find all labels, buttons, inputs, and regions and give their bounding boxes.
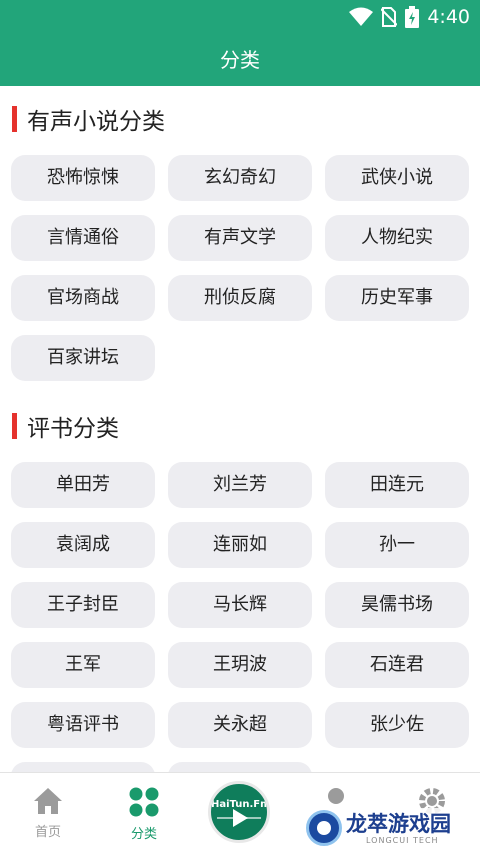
category-chip[interactable]: 王军: [11, 642, 155, 688]
watermark-text: 龙萃游戏园: [346, 812, 451, 836]
category-chip[interactable]: 马长辉: [168, 582, 312, 628]
category-chip-partial[interactable]: [11, 762, 155, 772]
watermark: 龙萃游戏园 LONGCUI TECH: [306, 808, 476, 850]
category-chip[interactable]: 单田芳: [11, 462, 155, 508]
category-grid-icon: [129, 787, 159, 817]
nav-category[interactable]: 分类: [104, 787, 184, 842]
category-chip[interactable]: 玄幻奇幻: [168, 155, 312, 201]
category-chip[interactable]: 官场商战: [11, 275, 155, 321]
battery-charging-icon: [405, 6, 420, 28]
category-chip[interactable]: 孙一: [325, 522, 469, 568]
category-chip[interactable]: 武侠小说: [325, 155, 469, 201]
category-chip[interactable]: 张少佐: [325, 702, 469, 748]
page-title: 分类: [220, 48, 260, 72]
wifi-icon: [349, 7, 374, 26]
section-accent-bar: [12, 413, 17, 439]
category-chip[interactable]: 人物纪实: [325, 215, 469, 261]
no-sim-icon: [381, 7, 398, 27]
category-chip[interactable]: 粤语评书: [11, 702, 155, 748]
status-time: 4:40: [427, 6, 470, 28]
category-chip[interactable]: 王子封臣: [11, 582, 155, 628]
app-bar: 分类: [0, 34, 480, 86]
category-chip[interactable]: 百家讲坛: [11, 335, 155, 381]
section-header-audio-novel: 有声小说分类: [12, 102, 165, 136]
category-chip[interactable]: 恐怖惊悚: [11, 155, 155, 201]
category-chip[interactable]: 关永超: [168, 702, 312, 748]
status-bar: 4:40: [0, 0, 480, 34]
category-chip[interactable]: 有声文学: [168, 215, 312, 261]
category-chip[interactable]: 历史军事: [325, 275, 469, 321]
category-content[interactable]: 有声小说分类 恐怖惊悚 玄幻奇幻 武侠小说 言情通俗 有声文学 人物纪实 官场商…: [0, 86, 480, 772]
category-chip[interactable]: 王玥波: [168, 642, 312, 688]
play-icon: [233, 809, 248, 827]
section-title: 有声小说分类: [27, 109, 165, 135]
nav-home-label: 首页: [34, 825, 61, 840]
category-chip[interactable]: 刘兰芳: [168, 462, 312, 508]
section-title: 评书分类: [27, 416, 119, 442]
nav-home[interactable]: 首页: [8, 787, 88, 840]
category-chip-partial[interactable]: [168, 762, 312, 772]
category-chip[interactable]: 袁阔成: [11, 522, 155, 568]
nav-category-label: 分类: [130, 827, 157, 842]
category-chip[interactable]: 刑侦反腐: [168, 275, 312, 321]
watermark-logo-icon: [306, 810, 342, 846]
watermark-subtext: LONGCUI TECH: [366, 836, 439, 845]
category-chip[interactable]: 田连元: [325, 462, 469, 508]
category-chip[interactable]: 昊儒书场: [325, 582, 469, 628]
home-icon: [34, 788, 62, 814]
player-button[interactable]: HaiTun.Fm: [208, 781, 270, 843]
category-chip[interactable]: 石连君: [325, 642, 469, 688]
category-chip[interactable]: 连丽如: [168, 522, 312, 568]
category-chip[interactable]: 言情通俗: [11, 215, 155, 261]
section-header-pingshu: 评书分类: [12, 409, 119, 443]
section-accent-bar: [12, 106, 17, 132]
